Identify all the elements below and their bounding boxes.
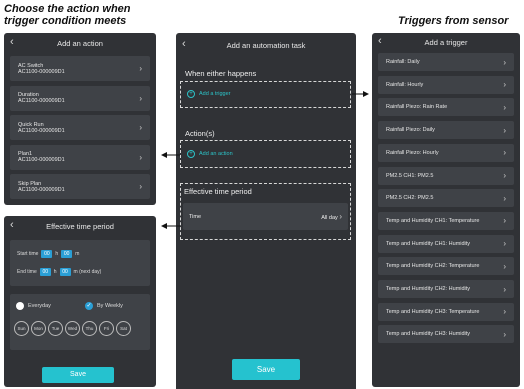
connector-arrows <box>161 91 369 229</box>
